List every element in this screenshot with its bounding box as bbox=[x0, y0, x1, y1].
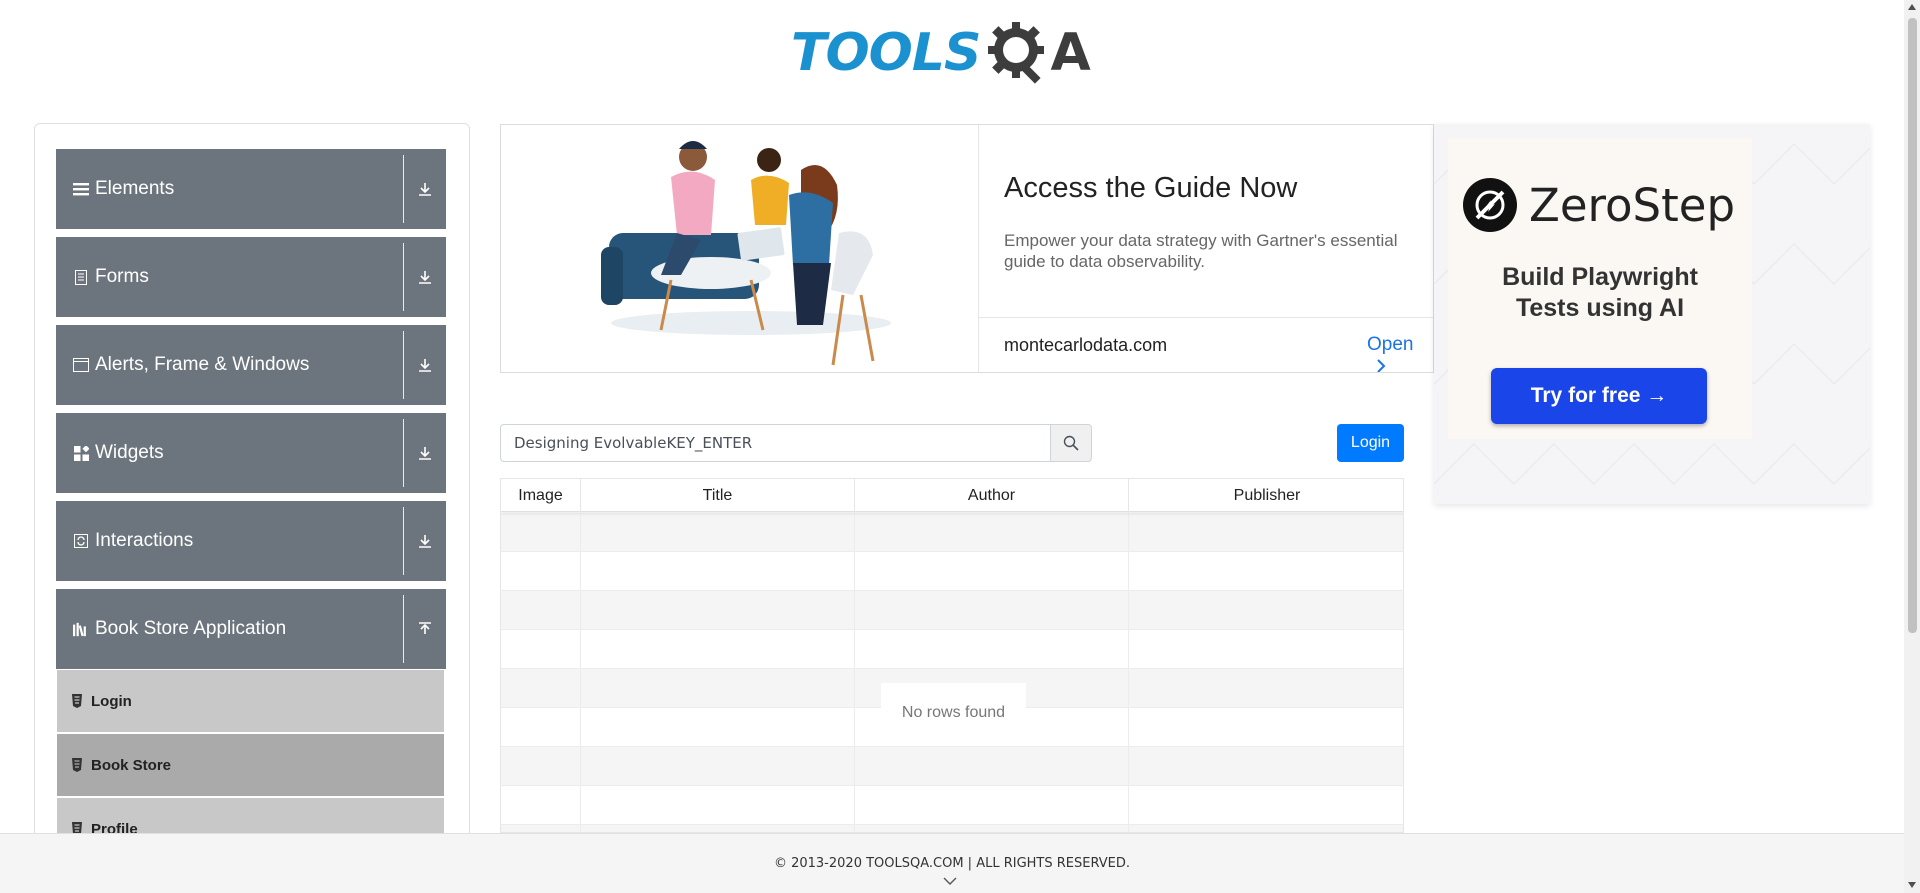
ad-banner[interactable]: Access the Guide Now Empower your data s… bbox=[500, 124, 1434, 373]
table-row bbox=[501, 630, 1403, 669]
sidebar-item-label: Login bbox=[91, 692, 132, 710]
search-icon bbox=[1063, 435, 1079, 451]
sidebar-group-forms[interactable]: Forms bbox=[56, 237, 446, 317]
sidebar-item-label: Book Store bbox=[91, 756, 172, 774]
divider bbox=[403, 595, 404, 663]
gear-magnifier-icon bbox=[988, 22, 1045, 84]
download-arrow-icon[interactable] bbox=[404, 501, 446, 581]
divider bbox=[979, 317, 1433, 318]
divider bbox=[403, 507, 404, 575]
ad-tagline: Build Playwright Tests using AI bbox=[1448, 262, 1752, 324]
chevron-down-icon[interactable] bbox=[943, 876, 957, 886]
ad-open-link[interactable]: Open bbox=[1367, 334, 1433, 372]
books-table: Image Title Author Publisher No rows fou… bbox=[500, 478, 1404, 833]
ad-title: Access the Guide Now bbox=[1004, 172, 1298, 204]
scrollbar-thumb[interactable] bbox=[1908, 18, 1917, 633]
ad-open-label: Open bbox=[1367, 334, 1414, 355]
search-input[interactable] bbox=[500, 424, 1051, 462]
table-row bbox=[501, 552, 1403, 591]
table-row bbox=[501, 591, 1403, 630]
copyright-text: © 2013-2020 TOOLSQA.COM | ALL RIGHTS RES… bbox=[773, 856, 1131, 871]
ad-description: Empower your data strategy with Gartner'… bbox=[1004, 231, 1398, 271]
ad-domain: montecarlodata.com bbox=[1004, 335, 1168, 355]
upload-arrow-icon[interactable] bbox=[404, 589, 446, 669]
hamburger-icon bbox=[73, 181, 89, 197]
try-for-free-button[interactable]: Try for free → bbox=[1491, 368, 1707, 424]
table-row bbox=[501, 825, 1403, 832]
sidebar-group-label: Book Store Application bbox=[95, 618, 287, 639]
footer: © 2013-2020 TOOLSQA.COM | ALL RIGHTS RES… bbox=[0, 833, 1904, 893]
login-button[interactable]: Login bbox=[1337, 424, 1404, 462]
divider bbox=[403, 331, 404, 399]
download-arrow-icon[interactable] bbox=[404, 413, 446, 493]
zerostep-ad[interactable]: ZeroStep Build Playwright Tests using AI… bbox=[1434, 124, 1870, 504]
sidebar-group-widgets[interactable]: Widgets bbox=[56, 413, 446, 493]
column-header-publisher[interactable]: Publisher bbox=[1129, 479, 1403, 512]
logo-text-a: A bbox=[1050, 23, 1091, 83]
scroll-down-arrow-icon[interactable] bbox=[1908, 882, 1916, 888]
sidebar-group-label: Widgets bbox=[95, 442, 164, 463]
table-header: Image Title Author Publisher bbox=[501, 479, 1403, 512]
table-row bbox=[501, 747, 1403, 786]
zerostep-logo-icon bbox=[1463, 178, 1517, 232]
divider bbox=[403, 155, 404, 223]
toolsqa-logo[interactable]: TOOLS A bbox=[791, 15, 1115, 91]
column-header-title[interactable]: Title bbox=[581, 479, 855, 512]
download-arrow-icon[interactable] bbox=[404, 149, 446, 229]
table-row bbox=[501, 513, 1403, 552]
zerostep-logo: ZeroStep bbox=[1463, 178, 1735, 232]
sidebar-item-login[interactable]: Login bbox=[57, 670, 444, 732]
books-icon bbox=[73, 621, 89, 637]
interactions-icon bbox=[73, 533, 89, 549]
sidebar-group-book-store-application[interactable]: Book Store Application bbox=[56, 589, 446, 669]
zerostep-brand: ZeroStep bbox=[1529, 178, 1736, 232]
table-row bbox=[501, 786, 1403, 825]
download-arrow-icon[interactable] bbox=[404, 325, 446, 405]
sidebar-group-interactions[interactable]: Interactions bbox=[56, 501, 446, 581]
no-rows-message: No rows found bbox=[881, 683, 1026, 743]
divider bbox=[403, 243, 404, 311]
widgets-icon bbox=[73, 445, 89, 461]
sidebar-item-book-store[interactable]: Book Store bbox=[57, 734, 444, 796]
html-file-icon bbox=[71, 694, 83, 708]
sidebar-group-alerts[interactable]: Alerts, Frame & Windows bbox=[56, 325, 446, 405]
search-button[interactable] bbox=[1050, 424, 1092, 462]
sidebar-group-label: Forms bbox=[95, 266, 149, 287]
column-header-image[interactable]: Image bbox=[501, 479, 581, 512]
ad-illustration bbox=[501, 125, 979, 372]
ad-tagline-line1: Build Playwright bbox=[1502, 263, 1698, 291]
ad-tagline-line2: Tests using AI bbox=[1515, 294, 1685, 322]
sidebar-group-label: Elements bbox=[95, 178, 175, 199]
sidebar-group-label: Interactions bbox=[95, 530, 194, 551]
sidebar-group-elements[interactable]: Elements bbox=[56, 149, 446, 229]
scroll-up-arrow-icon[interactable] bbox=[1908, 4, 1916, 10]
download-arrow-icon[interactable] bbox=[404, 237, 446, 317]
window-icon bbox=[73, 357, 89, 373]
ad-card: ZeroStep Build Playwright Tests using AI… bbox=[1448, 138, 1752, 439]
column-header-author[interactable]: Author bbox=[855, 479, 1129, 512]
html-file-icon bbox=[71, 758, 83, 772]
sidebar-group-label: Alerts, Frame & Windows bbox=[95, 354, 310, 375]
logo-text-tools: TOOLS bbox=[791, 23, 981, 83]
document-icon bbox=[73, 269, 89, 285]
chevron-right-icon bbox=[1377, 359, 1386, 372]
divider bbox=[403, 419, 404, 487]
